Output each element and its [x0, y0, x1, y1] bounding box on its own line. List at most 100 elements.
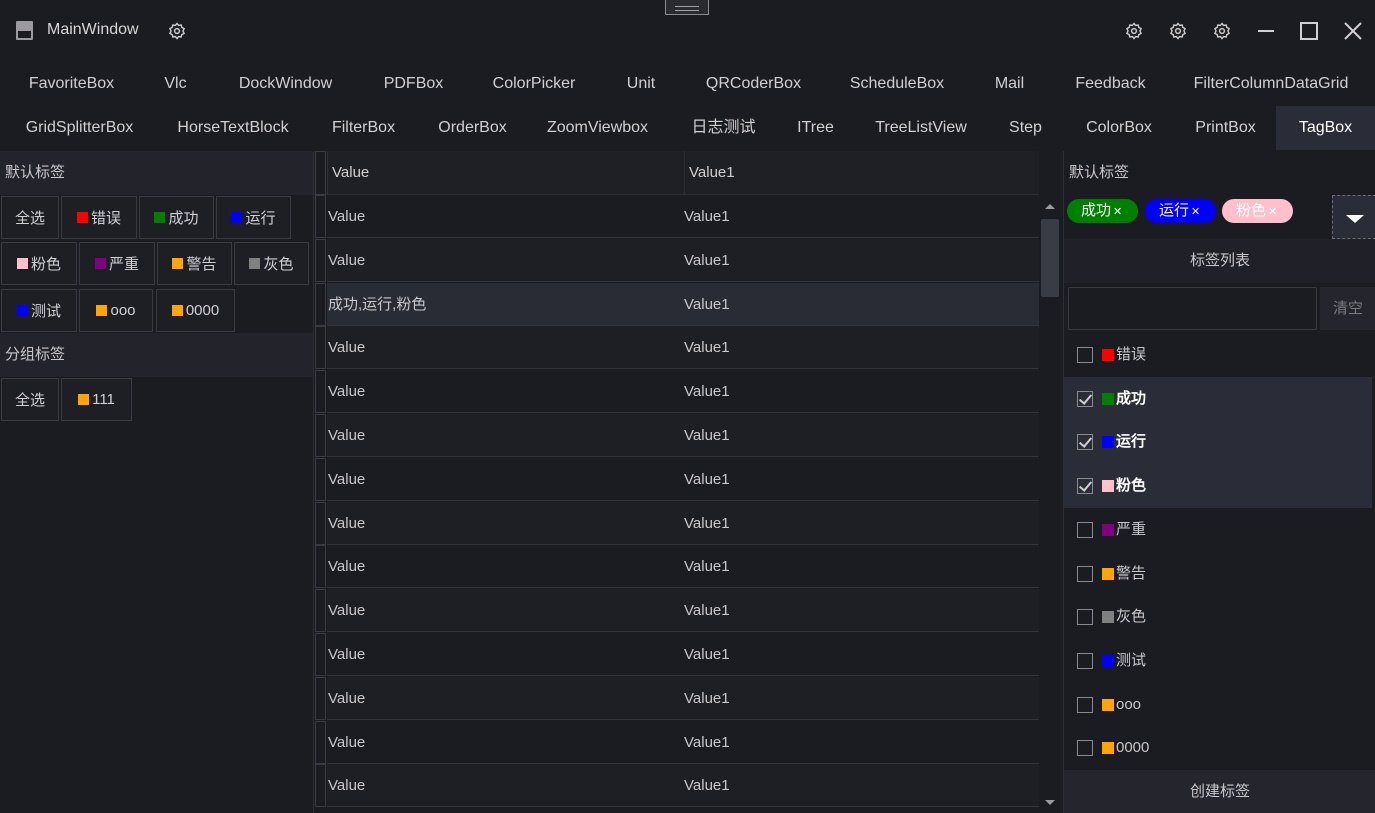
tab-unit[interactable]: Unit	[604, 62, 678, 106]
row-header[interactable]	[315, 458, 326, 501]
cell-value1[interactable]: Value1	[684, 326, 1039, 369]
dropdown-toggle-button[interactable]	[1332, 195, 1375, 239]
tag-list-item[interactable]: 灰色	[1064, 595, 1372, 639]
tab-favoritebox[interactable]: FavoriteBox	[0, 62, 143, 106]
cell-value[interactable]: Value	[328, 721, 683, 764]
cell-value1[interactable]: Value1	[684, 239, 1039, 282]
row-header[interactable]	[315, 545, 326, 588]
row-header[interactable]	[315, 195, 326, 238]
row-header[interactable]	[315, 721, 326, 764]
row-header[interactable]	[315, 589, 326, 632]
tag-list-item[interactable]: 错误	[1064, 333, 1372, 377]
cell-value1[interactable]: Value1	[684, 764, 1039, 807]
tag-button[interactable]: 粉色	[1, 242, 77, 285]
row-header[interactable]	[315, 677, 326, 720]
tab-filtercolumndatagrid[interactable]: FilterColumnDataGrid	[1167, 62, 1375, 106]
tab-filterbox[interactable]: FilterBox	[307, 106, 420, 150]
checkbox[interactable]	[1077, 565, 1093, 582]
remove-tag-icon[interactable]: ✕	[1191, 206, 1200, 218]
tab-dockwindow[interactable]: DockWindow	[208, 62, 363, 106]
tab-colorbox[interactable]: ColorBox	[1063, 106, 1175, 150]
tab-feedback[interactable]: Feedback	[1054, 62, 1167, 106]
tab-schedulebox[interactable]: ScheduleBox	[829, 62, 965, 106]
cell-value[interactable]: Value	[328, 239, 683, 282]
scroll-down-icon[interactable]	[1045, 800, 1055, 805]
tag-list-item[interactable]: 严重	[1064, 508, 1372, 552]
cell-value[interactable]: Value	[328, 545, 683, 588]
cell-value[interactable]: 成功,运行,粉色	[328, 283, 683, 326]
tab-zoomviewbox[interactable]: ZoomViewbox	[525, 106, 670, 150]
tag-button[interactable]: 灰色	[234, 242, 309, 285]
cell-value[interactable]: Value	[328, 458, 683, 501]
tag-list-item[interactable]: 测试	[1064, 639, 1372, 683]
cell-value1[interactable]: Value1	[684, 633, 1039, 676]
tag-list-item[interactable]: 0000	[1064, 726, 1372, 770]
remove-tag-icon[interactable]: ✕	[1113, 206, 1122, 218]
cell-value[interactable]: Value	[328, 589, 683, 632]
checkbox[interactable]	[1077, 478, 1093, 495]
cell-value[interactable]: Value	[328, 414, 683, 457]
table-row[interactable]: Value Value1	[327, 677, 1039, 720]
remove-tag-icon[interactable]: ✕	[1268, 206, 1277, 218]
row-header[interactable]	[315, 370, 326, 413]
checkbox[interactable]	[1077, 652, 1093, 669]
table-row[interactable]: Value Value1	[327, 239, 1039, 282]
cell-value[interactable]: Value	[328, 764, 683, 807]
table-row[interactable]: 成功,运行,粉色 Value1	[327, 283, 1039, 326]
column-header-value1[interactable]: Value1	[684, 151, 1039, 195]
tab-treelistview[interactable]: TreeListView	[854, 106, 988, 150]
close-icon[interactable]	[1342, 20, 1364, 42]
tag-button[interactable]: 警告	[157, 242, 232, 285]
tag-button[interactable]: 严重	[79, 242, 155, 285]
checkbox[interactable]	[1077, 390, 1093, 407]
tab-pdfbox[interactable]: PDFBox	[363, 62, 464, 106]
checkbox[interactable]	[1077, 609, 1093, 626]
cell-value[interactable]: Value	[328, 633, 683, 676]
tab-log-test[interactable]: 日志测试	[670, 106, 777, 150]
row-header[interactable]	[315, 502, 326, 545]
tab-horsetextblock[interactable]: HorseTextBlock	[159, 106, 307, 150]
tab-printbox[interactable]: PrintBox	[1175, 106, 1276, 150]
tag-button[interactable]: 错误	[61, 196, 137, 239]
minimize-icon[interactable]	[1255, 20, 1277, 42]
tag-button[interactable]: 测试	[1, 289, 77, 332]
table-row[interactable]: Value Value1	[327, 370, 1039, 413]
gear-icon[interactable]	[1169, 22, 1187, 40]
tag-button[interactable]: 成功	[139, 196, 214, 239]
checkbox[interactable]	[1077, 740, 1093, 757]
cell-value1[interactable]: Value1	[684, 283, 1039, 326]
tag-list-item[interactable]: 警告	[1064, 552, 1372, 596]
group-tag-button[interactable]: 111	[61, 378, 132, 421]
cell-value[interactable]: Value	[328, 677, 683, 720]
column-header-value[interactable]: Value	[327, 151, 684, 195]
table-row[interactable]: Value Value1	[327, 414, 1039, 457]
table-row[interactable]: Value Value1	[327, 633, 1039, 676]
row-header[interactable]	[315, 764, 326, 807]
cell-value[interactable]: Value	[328, 195, 683, 238]
cell-value1[interactable]: Value1	[684, 502, 1039, 545]
table-row[interactable]: Value Value1	[327, 326, 1039, 369]
cell-value1[interactable]: Value1	[684, 370, 1039, 413]
grid-scrollbar[interactable]	[1039, 195, 1062, 813]
select-all-button[interactable]: 全选	[1, 196, 59, 239]
cell-value[interactable]: Value	[328, 502, 683, 545]
maximize-icon[interactable]	[1298, 20, 1320, 42]
row-header[interactable]	[315, 326, 326, 369]
tab-orderbox[interactable]: OrderBox	[420, 106, 525, 150]
tag-search-input[interactable]	[1068, 287, 1317, 330]
tag-button[interactable]: 运行	[216, 196, 291, 239]
select-all-corner[interactable]	[315, 151, 326, 195]
cell-value1[interactable]: Value1	[684, 195, 1039, 238]
tag-button[interactable]: 0000	[156, 289, 235, 332]
table-row[interactable]: Value Value1	[327, 458, 1039, 501]
tag-list-item[interactable]: 粉色	[1064, 464, 1372, 509]
tab-itree[interactable]: ITree	[777, 106, 854, 150]
tab-step[interactable]: Step	[988, 106, 1063, 150]
checkbox[interactable]	[1077, 696, 1093, 713]
cell-value1[interactable]: Value1	[684, 458, 1039, 501]
grip-handle[interactable]	[665, 0, 709, 15]
clear-button[interactable]: 清空	[1320, 287, 1375, 330]
tag-list-item[interactable]: ooo	[1064, 683, 1372, 727]
tab-vlc[interactable]: Vlc	[143, 62, 208, 106]
tag-list-item[interactable]: 运行	[1064, 420, 1372, 465]
